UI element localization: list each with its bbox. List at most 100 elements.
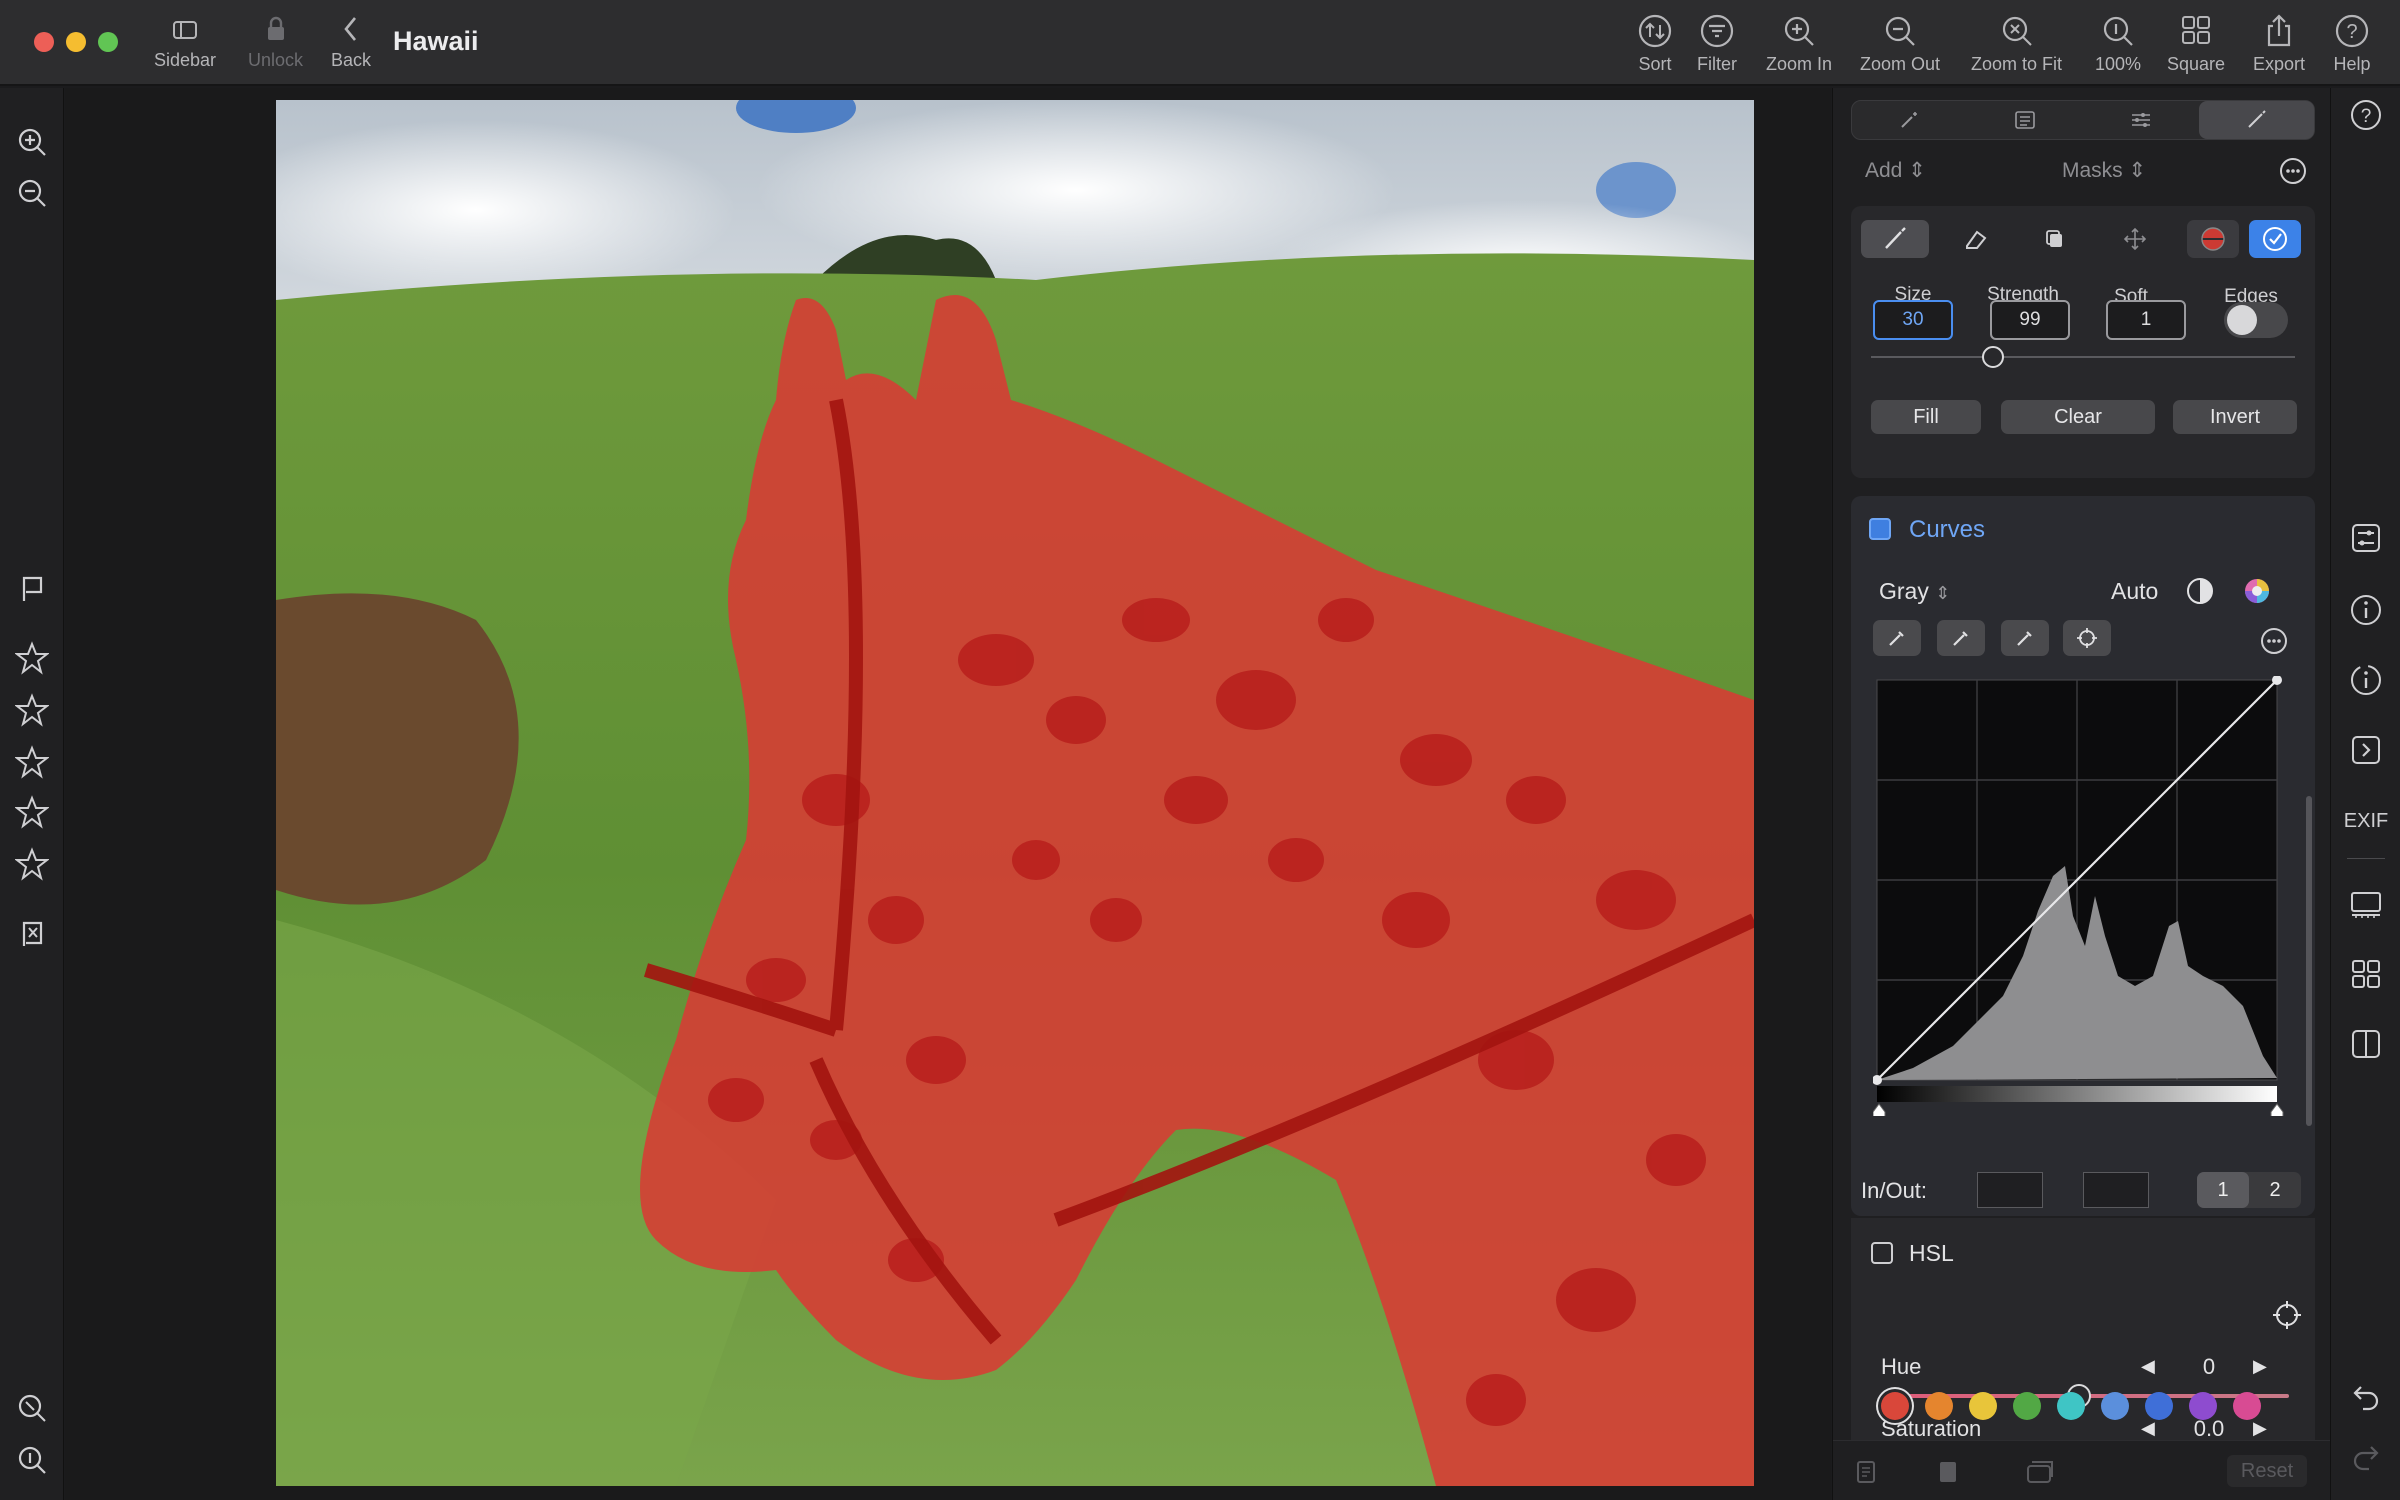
soft-field[interactable]: 1 (2106, 300, 2186, 340)
hsl-target-icon[interactable] (2270, 1298, 2304, 1337)
add-popup[interactable]: Add ⇕ (1865, 158, 1926, 183)
hsl-swatch-5[interactable] (2057, 1392, 2085, 1420)
presets-icon[interactable] (2023, 1457, 2057, 1492)
hsl-swatch-8[interactable] (2189, 1392, 2217, 1420)
photo-with-mask[interactable] (276, 100, 1754, 1486)
star-4-icon[interactable] (14, 794, 50, 830)
gray-point-eyedropper[interactable] (1937, 620, 1985, 656)
output-value-field[interactable] (2083, 1172, 2149, 1208)
hsl-swatch-7[interactable] (2145, 1392, 2173, 1420)
filter-button[interactable]: Filter (1697, 14, 1737, 75)
input-value-field[interactable] (1977, 1172, 2043, 1208)
sidebar-button[interactable]: Sidebar (154, 14, 216, 71)
brush-size-slider-knob[interactable] (1982, 346, 2004, 368)
tab-brush[interactable] (2198, 101, 2314, 139)
hsl-enable-checkbox[interactable] (1871, 1242, 1893, 1264)
hsl-swatch-9[interactable] (2233, 1392, 2261, 1420)
reset-button[interactable]: Reset (2227, 1455, 2307, 1487)
info-icon[interactable] (2348, 592, 2384, 628)
actual-size-icon[interactable] (14, 1442, 50, 1478)
saturation-increment-icon[interactable]: ▶ (2253, 1418, 2267, 1438)
close-window-button[interactable] (34, 32, 54, 52)
redo-icon[interactable] (2348, 1438, 2384, 1474)
adjustments-icon[interactable] (2348, 520, 2384, 556)
white-point-eyedropper[interactable] (2001, 620, 2049, 656)
square-button[interactable]: Square (2167, 14, 2225, 75)
hsl-swatch-4[interactable] (2013, 1392, 2041, 1420)
target-adjust-button[interactable] (2063, 620, 2111, 656)
hue-decrement-icon[interactable]: ◀ (2141, 1356, 2155, 1377)
curves-scrollbar[interactable] (2306, 796, 2312, 1126)
black-point-slider[interactable] (1873, 1103, 1886, 1116)
grid-view-icon[interactable] (2348, 956, 2384, 992)
show-mask-toggle[interactable] (2249, 220, 2301, 258)
export-button[interactable]: Export (2253, 14, 2305, 75)
compare-view-icon[interactable] (2348, 1026, 2384, 1062)
sort-button[interactable]: Sort (1636, 14, 1674, 75)
filmstrip-icon[interactable] (2348, 886, 2384, 922)
curves-enable-checkbox[interactable] (1869, 518, 1891, 540)
curve-set-1-button[interactable]: 1 (2197, 1172, 2249, 1208)
color-wheel-icon[interactable] (2242, 576, 2272, 611)
tab-adjustments[interactable] (2083, 101, 2199, 139)
tab-metadata[interactable] (1968, 101, 2084, 139)
move-tool[interactable] (2101, 220, 2169, 258)
help-icon[interactable]: ? (2348, 97, 2384, 133)
hsl-swatch-2[interactable] (1925, 1392, 1953, 1420)
minimize-window-button[interactable] (66, 32, 86, 52)
exif-button[interactable]: EXIF (2331, 810, 2400, 833)
brush-size-slider-track[interactable] (1871, 356, 2295, 358)
saturation-decrement-icon[interactable]: ◀ (2141, 1418, 2155, 1438)
more-options-icon[interactable] (2259, 626, 2289, 661)
contrast-icon[interactable] (2185, 576, 2215, 611)
zoom-out-button[interactable]: Zoom Out (1860, 14, 1940, 75)
unlock-button[interactable]: Unlock (248, 14, 303, 71)
fill-button[interactable]: Fill (1871, 400, 1981, 434)
zoom-in-icon[interactable] (14, 124, 50, 160)
flag-icon[interactable] (14, 571, 50, 607)
masks-popup[interactable]: Masks ⇕ (2062, 158, 2146, 183)
copy-settings-icon[interactable] (1851, 1457, 1881, 1492)
curves-graph[interactable] (1873, 676, 2289, 1116)
hsl-swatch-1[interactable] (1881, 1392, 1909, 1420)
back-button[interactable]: Back (331, 14, 371, 71)
hsl-swatch-3[interactable] (1969, 1392, 1997, 1420)
size-field[interactable]: 30 (1873, 300, 1953, 340)
zoom-100-button[interactable]: 100% (2095, 14, 2141, 75)
extended-info-icon[interactable] (2348, 662, 2384, 698)
help-button[interactable]: ? Help (2333, 14, 2371, 75)
zoom-to-fit-icon[interactable] (14, 1390, 50, 1426)
paste-settings-icon[interactable] (1933, 1457, 1963, 1492)
reject-flag-icon[interactable] (14, 916, 50, 952)
strength-field[interactable]: 99 (1990, 300, 2070, 340)
zoom-window-button[interactable] (98, 32, 118, 52)
star-5-icon[interactable] (14, 846, 50, 882)
hsl-swatch-6[interactable] (2101, 1392, 2129, 1420)
saturation-value[interactable]: 0.0 (2183, 1416, 2235, 1438)
zoom-to-fit-button[interactable]: Zoom to Fit (1971, 14, 2062, 75)
invert-button[interactable]: Invert (2173, 400, 2297, 434)
star-3-icon[interactable] (14, 744, 50, 780)
paint-brush-tool[interactable] (1861, 220, 1929, 258)
clone-tool[interactable] (2021, 220, 2089, 258)
expand-panel-icon[interactable] (2348, 732, 2384, 768)
curve-set-2-button[interactable]: 2 (2249, 1172, 2301, 1208)
star-1-icon[interactable] (14, 640, 50, 676)
star-2-icon[interactable] (14, 692, 50, 728)
zoom-in-button[interactable]: Zoom In (1766, 14, 1832, 75)
black-point-eyedropper[interactable] (1873, 620, 1921, 656)
edges-toggle[interactable] (2224, 302, 2288, 338)
white-point-slider[interactable] (2270, 1103, 2284, 1116)
zoom-out-icon[interactable] (14, 175, 50, 211)
undo-icon[interactable] (2348, 1378, 2384, 1414)
eraser-tool[interactable] (1941, 220, 2009, 258)
image-canvas[interactable] (65, 88, 1831, 1500)
mask-color-button[interactable] (2187, 220, 2239, 258)
clear-button[interactable]: Clear (2001, 400, 2155, 434)
more-options-icon[interactable] (2278, 156, 2308, 191)
hue-value[interactable]: 0 (2189, 1354, 2229, 1380)
auto-button[interactable]: Auto (2111, 578, 2158, 605)
hue-increment-icon[interactable]: ▶ (2253, 1356, 2267, 1377)
tab-magic-wand[interactable] (1852, 101, 1968, 139)
channel-popup[interactable]: Gray ⇕ (1879, 578, 1950, 605)
